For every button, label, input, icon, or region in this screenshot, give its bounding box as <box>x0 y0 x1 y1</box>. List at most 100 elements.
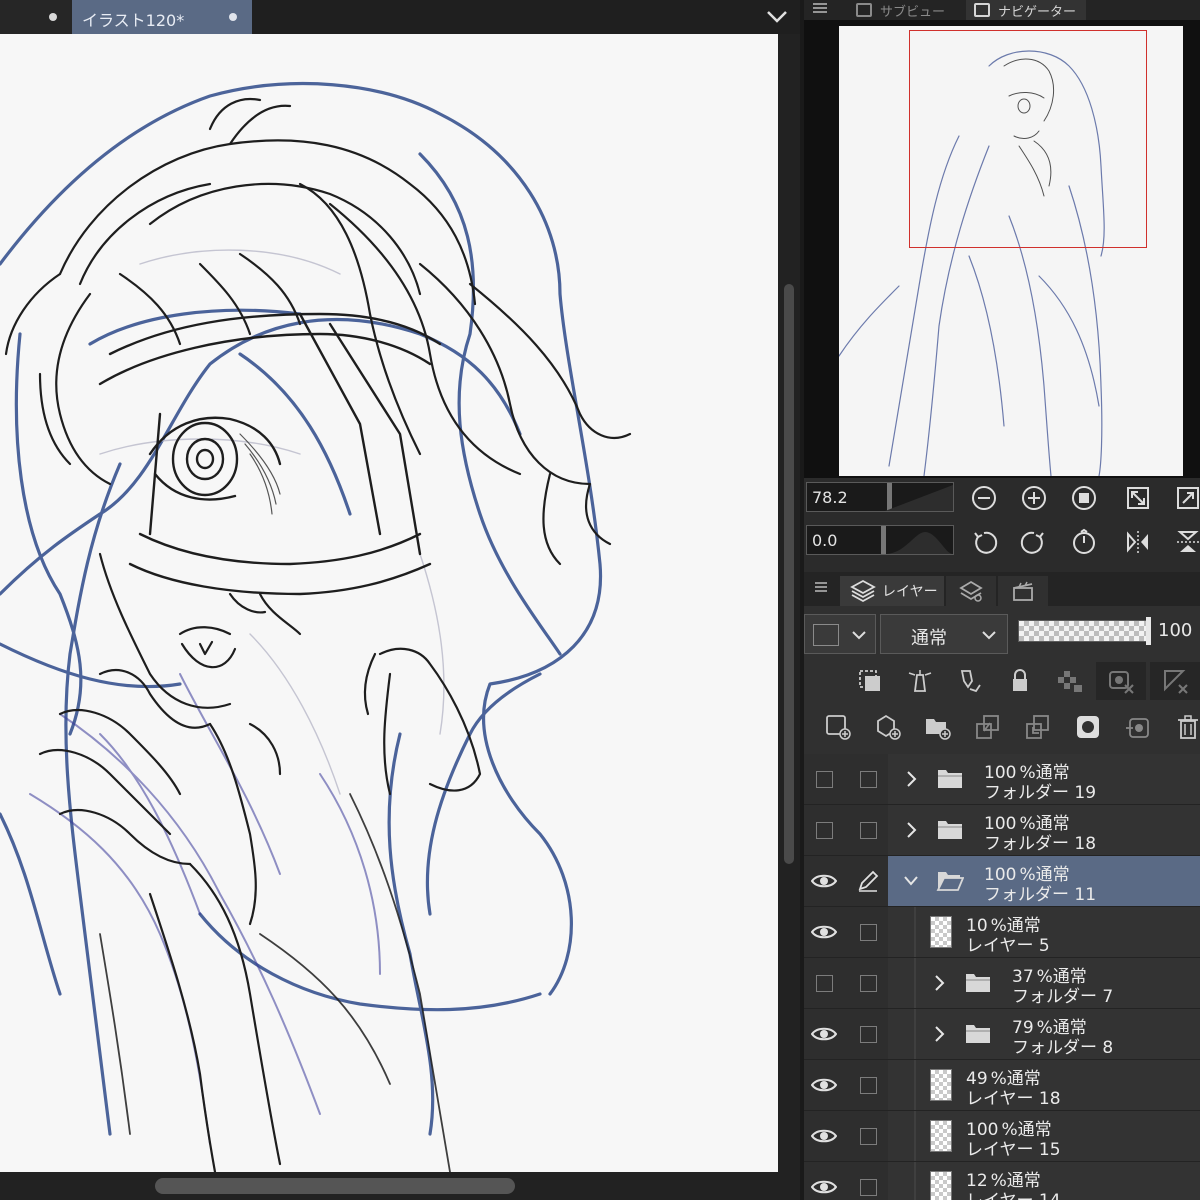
layer-row-body[interactable]: 49 %通常 レイヤー 18 <box>888 1060 1200 1110</box>
chevron-down-icon[interactable] <box>762 4 792 30</box>
create-layer-mask-button[interactable] <box>1068 708 1108 746</box>
visibility-toggle[interactable] <box>804 1009 844 1059</box>
visibility-toggle[interactable] <box>804 1162 844 1200</box>
chevron-right-icon[interactable] <box>904 769 918 789</box>
blend-mode-select[interactable]: 通常 <box>880 614 1008 654</box>
reset-rotation-button[interactable] <box>1068 526 1100 558</box>
trash-icon <box>1178 715 1198 739</box>
layer-row-folder[interactable]: 37 %通常 フォルダー 7 <box>804 958 1200 1009</box>
tab-close-dot-icon[interactable] <box>229 13 237 21</box>
layer-row-body[interactable]: 100 %通常 フォルダー 19 <box>888 754 1200 804</box>
draft-layer-button[interactable] <box>950 662 990 700</box>
delete-layer-button[interactable] <box>1168 708 1200 746</box>
layer-row-folder[interactable]: 100 %通常 フォルダー 18 <box>804 805 1200 856</box>
visibility-toggle[interactable] <box>804 754 844 804</box>
edit-target-toggle[interactable] <box>848 1009 888 1059</box>
tab-layer-property[interactable] <box>946 576 996 606</box>
layer-row-body[interactable]: 100 %通常 フォルダー 18 <box>888 805 1200 855</box>
edit-target-toggle[interactable] <box>848 958 888 1008</box>
zoom-in-button[interactable] <box>1018 482 1050 514</box>
layer-row-body[interactable]: 100 %通常 フォルダー 11 <box>888 856 1200 906</box>
merge-with-layer-below-button[interactable] <box>1018 708 1058 746</box>
navigator-view-frame[interactable] <box>909 30 1147 248</box>
canvas-horizontal-scrollbar[interactable] <box>0 1172 800 1200</box>
layer-row-folder[interactable]: 100 %通常 フォルダー 19 <box>804 754 1200 805</box>
edit-target-toggle[interactable] <box>848 1111 888 1161</box>
fit-button[interactable] <box>1068 482 1100 514</box>
edit-target-toggle[interactable] <box>848 1060 888 1110</box>
actual-size-button[interactable] <box>1172 482 1200 514</box>
layer-row-body[interactable]: 79 %通常 フォルダー 8 <box>888 1009 1200 1059</box>
layer-row[interactable]: 49 %通常 レイヤー 18 <box>804 1060 1200 1111</box>
layer-row-folder[interactable]: 79 %通常 フォルダー 8 <box>804 1009 1200 1060</box>
rotate-left-button[interactable] <box>968 526 1000 558</box>
visibility-toggle[interactable] <box>804 1060 844 1110</box>
layer-list[interactable]: 100 %通常 フォルダー 19 100 %通常 フォルダー 18 100 %通常 フォルダー … <box>804 754 1200 1200</box>
tab-subview[interactable]: サブビュー <box>848 0 964 20</box>
opacity-slider-knob[interactable] <box>1146 617 1151 645</box>
visibility-toggle[interactable] <box>804 907 844 957</box>
layer-row[interactable]: 10 %通常 レイヤー 5 <box>804 907 1200 958</box>
zoom-slider[interactable]: 78.2 <box>806 482 954 512</box>
tab-navigator[interactable]: ナビゲーター <box>966 0 1086 20</box>
enable-mask-button[interactable] <box>1096 662 1146 700</box>
canvas-vertical-scrollbar[interactable] <box>778 34 800 1172</box>
zoom-value[interactable]: 78.2 <box>812 488 848 507</box>
tab-close-dot-icon[interactable] <box>49 13 57 21</box>
visibility-toggle[interactable] <box>804 856 844 906</box>
panel-menu-icon[interactable] <box>814 580 828 594</box>
drawing-canvas[interactable] <box>0 34 778 1172</box>
vertical-scroll-thumb[interactable] <box>784 284 794 864</box>
apply-mask-button[interactable] <box>1118 708 1158 746</box>
layer-row[interactable]: 12%通常レイヤー 14 <box>804 1162 1200 1200</box>
edit-target-toggle[interactable] <box>848 1162 888 1200</box>
layer-row-body[interactable]: 100 %通常 レイヤー 15 <box>888 1111 1200 1161</box>
layer-row-folder[interactable]: 100 %通常 フォルダー 11 <box>804 856 1200 907</box>
zoom-out-button[interactable] <box>968 482 1000 514</box>
panel-menu-icon[interactable] <box>812 2 828 14</box>
layer-row-body[interactable]: 12%通常レイヤー 14 <box>888 1162 1200 1200</box>
visibility-toggle[interactable] <box>804 1111 844 1161</box>
new-folder-button[interactable] <box>918 708 958 746</box>
tab-previous[interactable] <box>0 0 72 34</box>
horizontal-scroll-thumb[interactable] <box>155 1178 515 1194</box>
edit-target-toggle[interactable] <box>848 754 888 804</box>
new-vector-layer-button[interactable] <box>868 708 908 746</box>
visibility-toggle[interactable] <box>804 958 844 1008</box>
rotate-right-button[interactable] <box>1018 526 1050 558</box>
opacity-value[interactable]: 100 <box>1158 620 1192 641</box>
chevron-right-icon[interactable] <box>932 1024 946 1044</box>
lock-transparent-pixels-button[interactable] <box>1050 662 1090 700</box>
layer-property-icon <box>959 580 983 602</box>
reference-layer-button[interactable] <box>900 662 940 700</box>
visibility-toggle[interactable] <box>804 805 844 855</box>
new-raster-layer-button[interactable] <box>818 708 858 746</box>
transfer-to-lower-layer-button[interactable] <box>968 708 1008 746</box>
chevron-right-icon[interactable] <box>932 973 946 993</box>
flip-horizontal-button[interactable] <box>1122 526 1154 558</box>
layer-row-body[interactable]: 10 %通常 レイヤー 5 <box>888 907 1200 957</box>
edit-target-toggle[interactable] <box>848 907 888 957</box>
fit-window-button[interactable] <box>1122 482 1154 514</box>
lock-layer-button[interactable] <box>1000 662 1040 700</box>
tab-layer[interactable]: レイヤー <box>840 576 944 606</box>
flip-vertical-button[interactable] <box>1172 526 1200 558</box>
layer-row-body[interactable]: 37 %通常 フォルダー 7 <box>888 958 1200 1008</box>
chevron-right-icon[interactable] <box>904 820 918 840</box>
layer-panel-header: レイヤー <box>804 572 1200 606</box>
rotation-slider[interactable]: 0.0 <box>806 525 954 555</box>
rotation-value[interactable]: 0.0 <box>812 531 837 550</box>
layer-color-swatch <box>813 624 839 646</box>
layer-color-dropdown[interactable] <box>804 614 876 654</box>
tab-animation[interactable] <box>998 576 1048 606</box>
clip-lower-layer-button[interactable] <box>850 662 890 700</box>
ruler-visibility-button[interactable] <box>1150 662 1200 700</box>
chevron-down-icon[interactable] <box>904 871 918 891</box>
navigator-preview[interactable] <box>804 20 1200 478</box>
opacity-slider[interactable] <box>1018 617 1151 645</box>
tab-document-active[interactable]: イラスト120* <box>72 0 252 34</box>
edit-target-toggle[interactable] <box>848 856 888 906</box>
layer-row[interactable]: 100 %通常 レイヤー 15 <box>804 1111 1200 1162</box>
fit-window-icon <box>1127 487 1149 509</box>
edit-target-toggle[interactable] <box>848 805 888 855</box>
